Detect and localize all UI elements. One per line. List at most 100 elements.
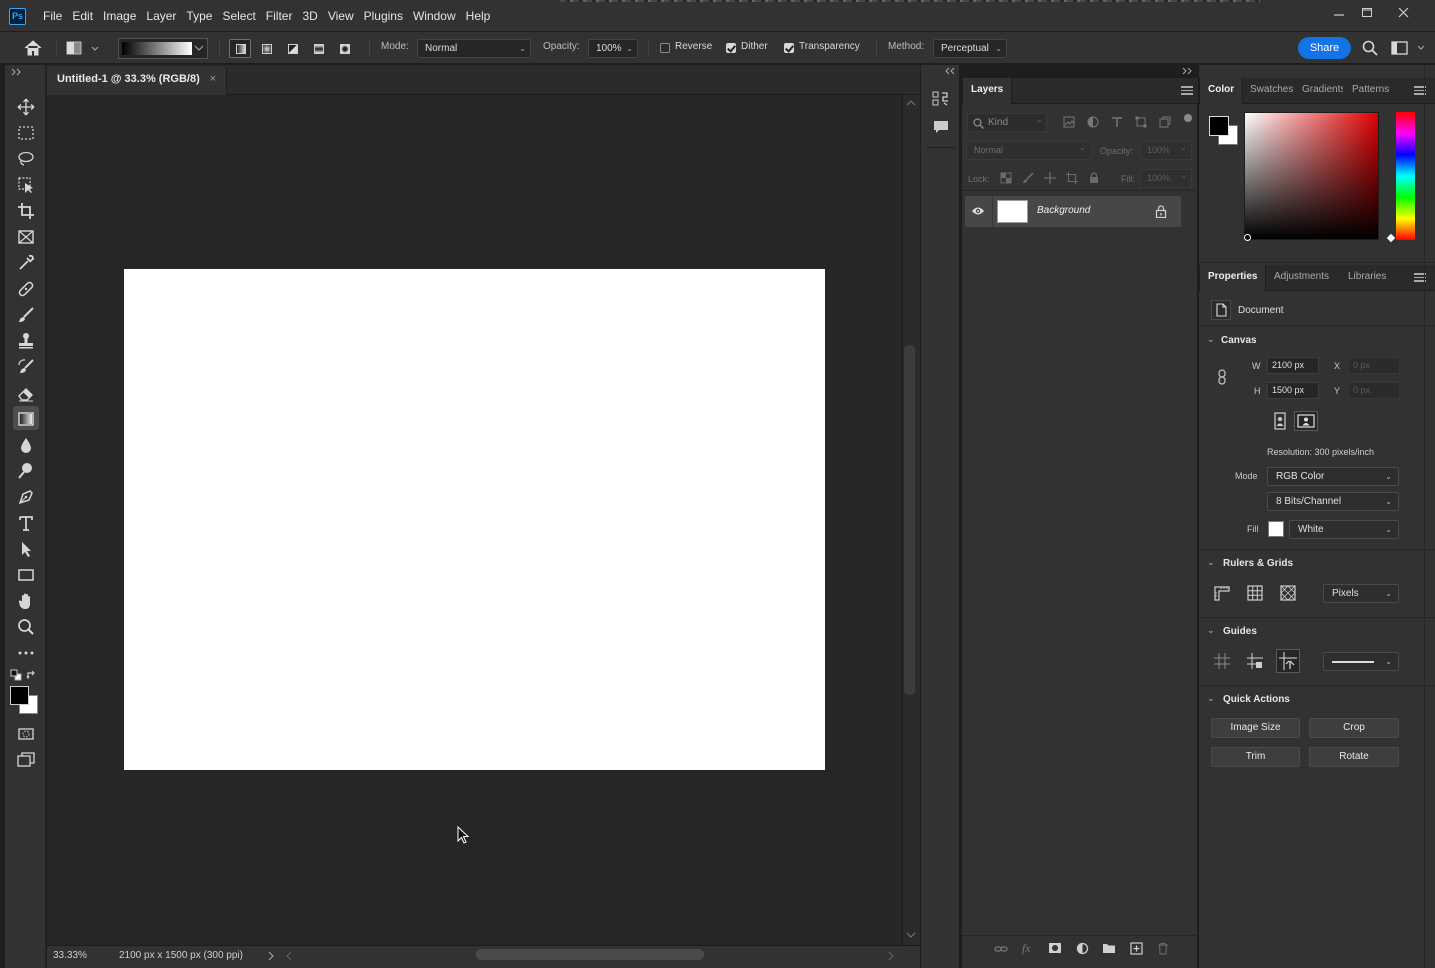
- restore-icon[interactable]: [1354, 4, 1380, 22]
- eraser-tool-icon[interactable]: [13, 380, 39, 404]
- menu-help[interactable]: Help: [461, 0, 496, 32]
- ruler-icon[interactable]: [1213, 584, 1231, 602]
- lock-all-icon[interactable]: [1088, 172, 1100, 184]
- menu-plugins[interactable]: Plugins: [359, 0, 408, 32]
- menu-file[interactable]: File: [38, 0, 67, 32]
- menu-edit[interactable]: Edit: [67, 0, 98, 32]
- zoom-level[interactable]: 33.33%: [53, 950, 87, 961]
- layer-row[interactable]: Background: [965, 196, 1181, 227]
- workspace-icon[interactable]: [1390, 39, 1424, 57]
- photoshop-logo-icon[interactable]: Ps: [9, 8, 26, 25]
- vertical-scroll-thumb[interactable]: [904, 345, 915, 695]
- filter-adjustment-icon[interactable]: [1087, 116, 1099, 128]
- linear-gradient-button[interactable]: [229, 39, 251, 58]
- menu-select[interactable]: Select: [217, 0, 260, 32]
- rectangle-tool-icon[interactable]: [13, 562, 39, 586]
- transparency-checkbox[interactable]: [784, 43, 794, 53]
- link-dimensions-icon[interactable]: [1216, 368, 1228, 386]
- tab-swatches[interactable]: Swatches: [1242, 78, 1294, 104]
- pixel-grid-icon[interactable]: [1279, 584, 1297, 602]
- add-mask-icon[interactable]: [1048, 942, 1062, 954]
- menu-window[interactable]: Window: [408, 0, 461, 32]
- new-layer-icon[interactable]: [1130, 942, 1143, 955]
- frame-tool-icon[interactable]: [13, 224, 39, 248]
- tab-libraries[interactable]: Libraries: [1340, 265, 1394, 291]
- color-mode-select[interactable]: RGB Color ⌄: [1267, 467, 1399, 486]
- quick-mask-icon[interactable]: [13, 721, 39, 745]
- layer-lock-icon[interactable]: [1155, 205, 1167, 218]
- share-button[interactable]: Share: [1298, 37, 1351, 59]
- radial-gradient-button[interactable]: [255, 39, 277, 58]
- zoom-tool-icon[interactable]: [13, 614, 39, 638]
- collapse-panels-icon[interactable]: [944, 67, 956, 75]
- clone-stamp-tool-icon[interactable]: [13, 328, 39, 352]
- crop-tool-icon[interactable]: [13, 198, 39, 222]
- color-foreground-swatch[interactable]: [1209, 116, 1229, 136]
- type-tool-icon[interactable]: [13, 510, 39, 534]
- menu-image[interactable]: Image: [98, 0, 141, 32]
- diamond-gradient-button[interactable]: [333, 39, 355, 58]
- history-panel-icon[interactable]: [931, 89, 951, 109]
- document-tab[interactable]: Untitled-1 @ 33.3% (RGB/8) ×: [47, 67, 227, 95]
- horizontal-scroll-thumb[interactable]: [476, 949, 704, 960]
- image-size-button[interactable]: Image Size: [1211, 718, 1300, 738]
- hue-slider-marker[interactable]: [1386, 233, 1396, 243]
- menu-type[interactable]: Type: [181, 0, 217, 32]
- menu-3d[interactable]: 3D: [297, 0, 322, 32]
- mode-select[interactable]: Normal ⌄: [417, 39, 531, 58]
- layer-style-icon[interactable]: fx: [1022, 941, 1036, 955]
- home-icon[interactable]: [22, 38, 44, 58]
- layer-opacity-input[interactable]: 100% ⌄: [1140, 141, 1192, 160]
- filter-smart-object-icon[interactable]: [1159, 116, 1171, 128]
- reverse-checkbox[interactable]: [660, 43, 670, 53]
- document-canvas[interactable]: [124, 269, 825, 770]
- expand-panels-icon[interactable]: [1181, 67, 1193, 75]
- new-group-icon[interactable]: [1102, 942, 1116, 954]
- layer-fill-input[interactable]: 100% ⌄: [1140, 169, 1192, 188]
- smart-guides-icon[interactable]: [1276, 649, 1300, 673]
- color-field[interactable]: [1244, 112, 1379, 240]
- guides-show-icon[interactable]: [1213, 652, 1231, 670]
- lock-artboard-icon[interactable]: [1066, 172, 1078, 184]
- more-tools-icon[interactable]: [13, 640, 39, 664]
- layer-name[interactable]: Background: [1037, 205, 1090, 216]
- angle-gradient-button[interactable]: [281, 39, 303, 58]
- scroll-left-icon[interactable]: [285, 951, 293, 961]
- canvas-section-title[interactable]: Canvas: [1221, 335, 1257, 346]
- link-layers-icon[interactable]: [994, 944, 1008, 954]
- layer-filter-select[interactable]: Kind ⌄: [967, 113, 1047, 132]
- guides-title[interactable]: Guides: [1223, 626, 1257, 637]
- screen-mode-icon[interactable]: [13, 747, 39, 771]
- tab-layers[interactable]: Layers: [962, 78, 1013, 104]
- dither-checkbox[interactable]: [726, 43, 736, 53]
- quick-actions-collapse-icon[interactable]: ⌄: [1207, 693, 1215, 704]
- tab-adjustments[interactable]: Adjustments: [1266, 265, 1337, 291]
- menu-filter[interactable]: Filter: [261, 0, 298, 32]
- pen-tool-icon[interactable]: [13, 484, 39, 508]
- fill-color-swatch[interactable]: [1268, 521, 1284, 537]
- guides-lock-icon[interactable]: [1246, 652, 1264, 670]
- marquee-tool-icon[interactable]: [13, 120, 39, 144]
- canvas-height-input[interactable]: 1500 px: [1267, 382, 1319, 399]
- filter-pixel-icon[interactable]: [1063, 116, 1075, 128]
- lock-image-icon[interactable]: [1022, 172, 1034, 184]
- history-brush-tool-icon[interactable]: [13, 354, 39, 378]
- blend-mode-select[interactable]: Normal ⌄: [966, 141, 1092, 160]
- eye-visibility-icon[interactable]: [971, 205, 985, 217]
- comments-panel-icon[interactable]: [931, 117, 951, 137]
- canvas-collapse-icon[interactable]: ⌄: [1207, 334, 1215, 345]
- canvas-width-input[interactable]: 2100 px: [1267, 357, 1319, 374]
- menu-layer[interactable]: Layer: [141, 0, 181, 32]
- guides-collapse-icon[interactable]: ⌄: [1207, 625, 1215, 636]
- tab-patterns[interactable]: Patterns: [1344, 78, 1397, 104]
- dodge-tool-icon[interactable]: [13, 458, 39, 482]
- default-colors-icon[interactable]: [10, 669, 22, 681]
- ruler-units-select[interactable]: Pixels ⌄: [1323, 584, 1399, 603]
- grid-icon[interactable]: [1246, 584, 1264, 602]
- tab-properties[interactable]: Properties: [1199, 265, 1267, 291]
- fill-select[interactable]: White ⌄: [1289, 520, 1399, 539]
- brush-tool-icon[interactable]: [13, 302, 39, 326]
- close-window-icon[interactable]: [1391, 4, 1417, 22]
- spot-healing-tool-icon[interactable]: [13, 276, 39, 300]
- layers-panel-menu-icon[interactable]: [1181, 86, 1193, 95]
